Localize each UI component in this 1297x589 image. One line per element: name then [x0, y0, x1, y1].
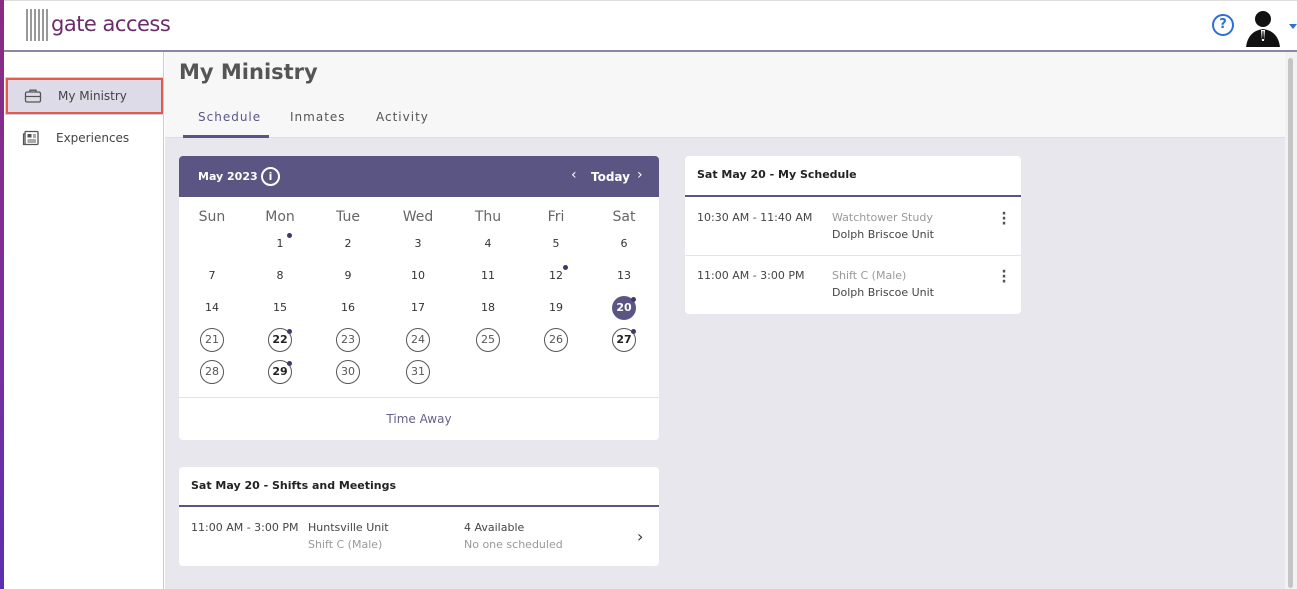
- schedule-time: 10:30 AM - 11:40 AM: [697, 211, 813, 224]
- calendar-divider: [179, 397, 659, 398]
- info-icon[interactable]: i: [261, 167, 280, 186]
- calendar-day[interactable]: 11: [476, 264, 500, 288]
- time-away-link[interactable]: Time Away: [179, 412, 659, 426]
- calendar-day[interactable]: 28: [200, 360, 224, 384]
- tab-schedule[interactable]: Schedule: [198, 110, 261, 124]
- chevron-right-icon[interactable]: ›: [637, 167, 643, 183]
- weekday-label: Tue: [336, 209, 360, 225]
- my-schedule-title: Sat May 20 - My Schedule: [697, 168, 857, 181]
- sidebar-item-label: My Ministry: [58, 89, 127, 103]
- calendar-day[interactable]: 24: [406, 328, 430, 352]
- shifts-meetings-card: Sat May 20 - Shifts and Meetings 11:00 A…: [179, 467, 659, 566]
- tab-inmates[interactable]: Inmates: [290, 110, 346, 124]
- page-title: My Ministry: [179, 60, 318, 84]
- shift-time: 11:00 AM - 3:00 PM: [191, 521, 299, 534]
- calendar-day[interactable]: 9: [336, 264, 360, 288]
- calendar-day[interactable]: 18: [476, 296, 500, 320]
- schedule-unit: Dolph Briscoe Unit: [832, 228, 934, 241]
- calendar-day[interactable]: 16: [336, 296, 360, 320]
- shift-scheduled-status: No one scheduled: [464, 538, 563, 551]
- user-silhouette-icon[interactable]: [1244, 7, 1282, 47]
- calendar-day[interactable]: 14: [200, 296, 224, 320]
- event-indicator-dot: [631, 297, 636, 302]
- calendar-day[interactable]: 25: [476, 328, 500, 352]
- calendar-header: May 2023 i ‹ Today ›: [179, 156, 659, 197]
- weekday-label: Fri: [547, 209, 565, 225]
- active-tab-indicator: [183, 135, 269, 138]
- today-button[interactable]: Today: [591, 170, 630, 184]
- tab-activity[interactable]: Activity: [376, 110, 429, 124]
- row-divider: [685, 255, 1021, 256]
- calendar-day[interactable]: 26: [544, 328, 568, 352]
- calendar-day[interactable]: 3: [406, 232, 430, 256]
- schedule-unit: Dolph Briscoe Unit: [832, 286, 934, 299]
- scrollbar-thumb[interactable]: [1288, 58, 1293, 588]
- shift-availability: 4 Available: [464, 521, 525, 534]
- shifts-card-title: Sat May 20 - Shifts and Meetings: [191, 479, 397, 492]
- calendar-month-label: May 2023: [198, 170, 258, 183]
- sidebar-item-experiences[interactable]: Experiences: [6, 120, 163, 156]
- kebab-menu-icon[interactable]: · · ·: [999, 265, 1009, 289]
- brand-logo[interactable]: gate access: [26, 9, 171, 43]
- top-bar: gate access ?: [4, 0, 1297, 52]
- calendar-day[interactable]: 4: [476, 232, 500, 256]
- sidebar-item-my-ministry[interactable]: My Ministry: [6, 78, 163, 114]
- schedule-time: 11:00 AM - 3:00 PM: [697, 269, 805, 282]
- page-header: My Ministry Schedule Inmates Activity: [165, 52, 1285, 138]
- calendar-day[interactable]: 10: [406, 264, 430, 288]
- calendar-day[interactable]: 17: [406, 296, 430, 320]
- sidebar: My Ministry Experiences: [4, 52, 164, 589]
- kebab-menu-icon[interactable]: · · ·: [999, 207, 1009, 231]
- question-circle-icon[interactable]: ?: [1212, 14, 1234, 36]
- weekday-label: Mon: [265, 209, 295, 225]
- calendar-day[interactable]: 13: [612, 264, 636, 288]
- calendar-day[interactable]: 7: [200, 264, 224, 288]
- main-content: My Ministry Schedule Inmates Activity Ma…: [165, 52, 1285, 589]
- logo-bars-icon: [26, 9, 48, 41]
- chevron-left-icon[interactable]: ‹: [571, 167, 577, 183]
- calendar-card: May 2023 i ‹ Today › Sun Mon Tue Wed Thu Fri S…: [179, 156, 659, 440]
- weekday-label: Sun: [198, 209, 226, 225]
- calendar-day[interactable]: 6: [612, 232, 636, 256]
- card-divider: [685, 195, 1021, 197]
- calendar-day[interactable]: 15: [268, 296, 292, 320]
- weekday-label: Thu: [474, 209, 502, 225]
- event-indicator-dot: [287, 233, 292, 238]
- card-divider: [179, 505, 659, 507]
- weekday-label: Sat: [612, 209, 636, 225]
- scrollbar[interactable]: [1285, 52, 1297, 589]
- calendar-day[interactable]: 2: [336, 232, 360, 256]
- event-indicator-dot: [287, 329, 292, 334]
- weekday-label: Wed: [402, 209, 434, 225]
- schedule-activity: Watchtower Study: [832, 211, 933, 224]
- calendar-day[interactable]: 5: [544, 232, 568, 256]
- briefcase-icon: [24, 89, 42, 103]
- chevron-right-icon[interactable]: ›: [637, 527, 643, 546]
- shift-unit: Huntsville Unit: [308, 521, 389, 534]
- event-indicator-dot: [287, 361, 292, 366]
- chevron-down-icon[interactable]: [1289, 24, 1297, 29]
- brand-name: gate access: [51, 12, 171, 36]
- calendar-day[interactable]: 31: [406, 360, 430, 384]
- calendar-day[interactable]: 30: [336, 360, 360, 384]
- newspaper-icon: [22, 130, 39, 146]
- shift-name: Shift C (Male): [308, 538, 383, 551]
- calendar-day[interactable]: 19: [544, 296, 568, 320]
- event-indicator-dot: [631, 329, 636, 334]
- calendar-day[interactable]: 21: [200, 328, 224, 352]
- calendar-day[interactable]: 23: [336, 328, 360, 352]
- schedule-activity: Shift C (Male): [832, 269, 907, 282]
- sidebar-item-label: Experiences: [56, 131, 130, 145]
- calendar-day[interactable]: 8: [268, 264, 292, 288]
- event-indicator-dot: [563, 265, 568, 270]
- my-schedule-card: Sat May 20 - My Schedule 10:30 AM - 11:4…: [685, 156, 1021, 314]
